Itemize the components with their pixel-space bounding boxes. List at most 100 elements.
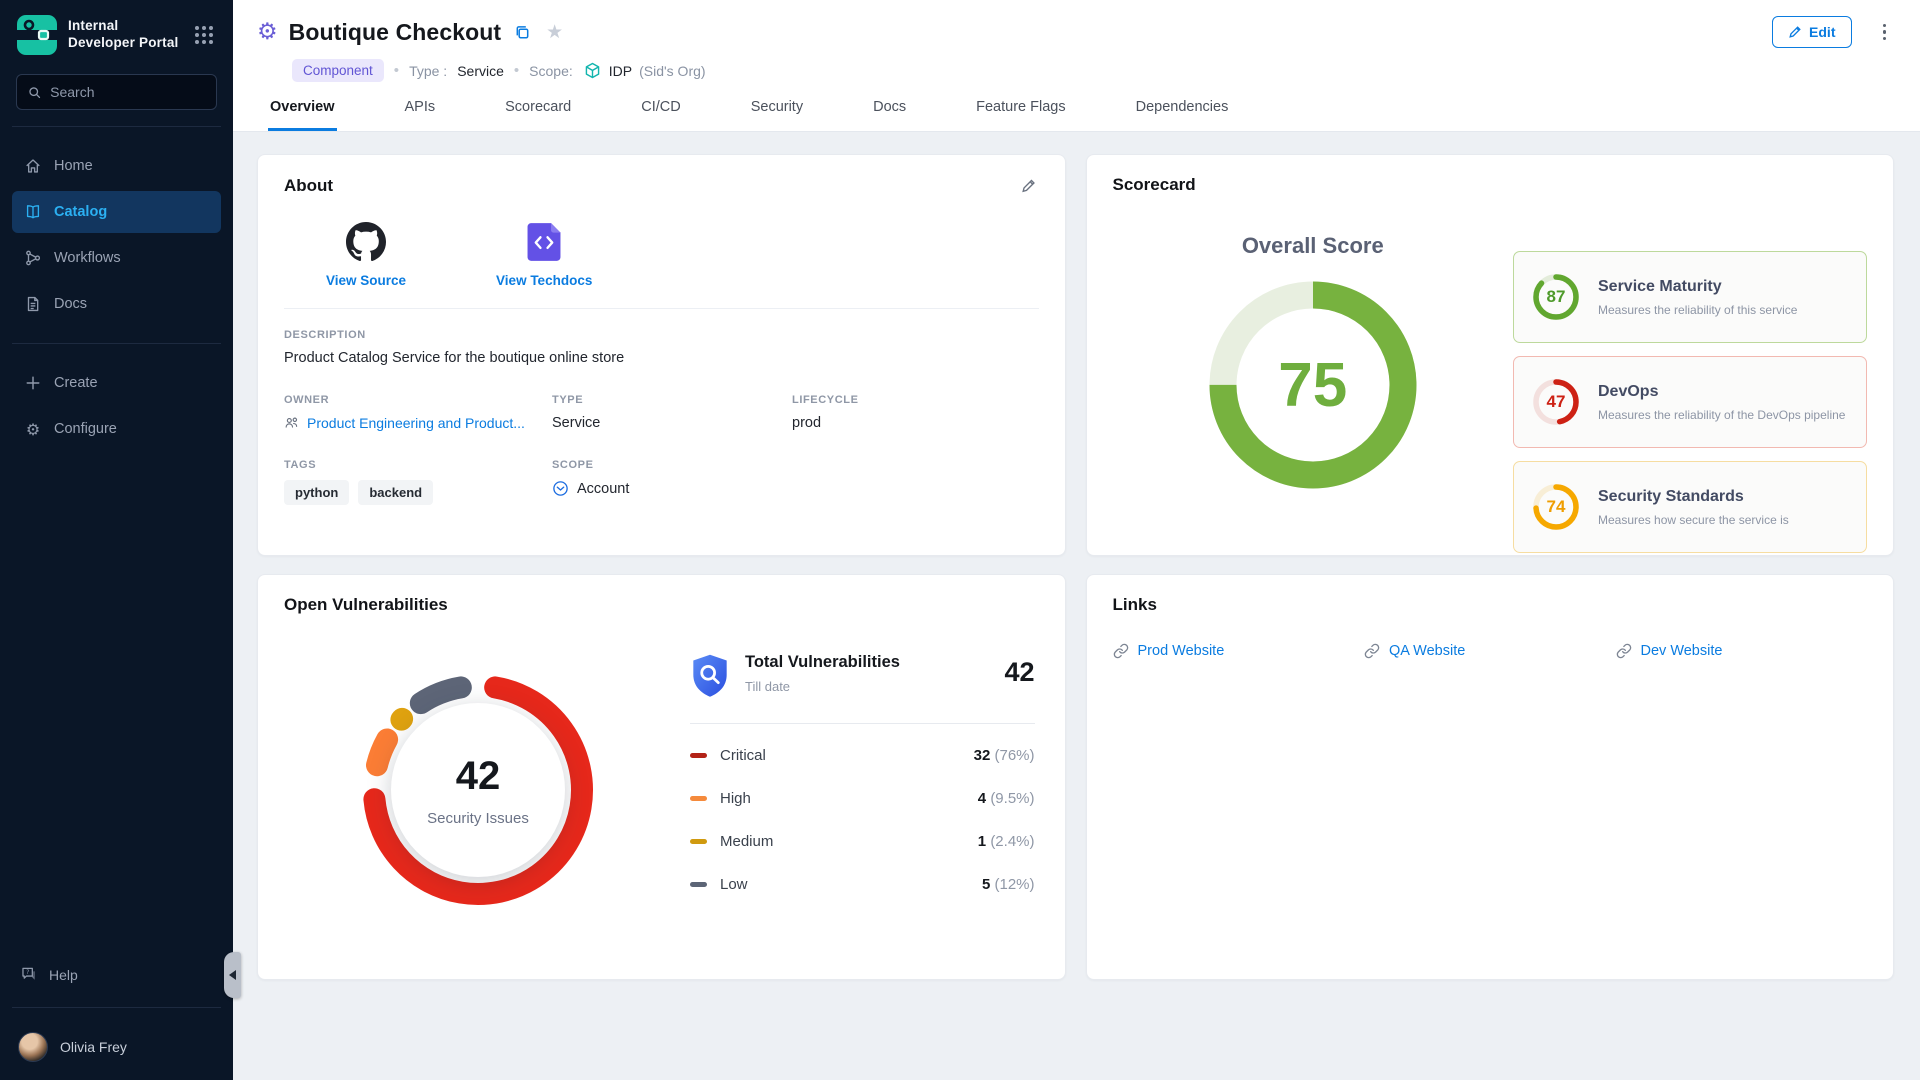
link-icon bbox=[1113, 643, 1129, 659]
tab-scorecard[interactable]: Scorecard bbox=[503, 99, 573, 131]
sidebar-divider bbox=[12, 343, 221, 344]
lifecycle-value: prod bbox=[792, 415, 1039, 431]
scope-col-value: Account bbox=[577, 481, 629, 497]
app-logo[interactable] bbox=[16, 14, 58, 56]
app-title: Internal Developer Portal bbox=[68, 18, 181, 52]
about-card: About View Source bbox=[257, 154, 1066, 556]
app-logo-icon bbox=[16, 14, 58, 56]
total-vulnerabilities-title: Total Vulnerabilities bbox=[745, 653, 900, 672]
vuln-center-value: 42 bbox=[456, 754, 501, 799]
tab-feature-flags[interactable]: Feature Flags bbox=[974, 99, 1067, 131]
search-icon bbox=[28, 85, 41, 100]
sidebar-item-workflows[interactable]: Workflows bbox=[12, 237, 221, 279]
critical-dash-icon bbox=[690, 753, 707, 758]
copy-name-button[interactable] bbox=[512, 22, 533, 43]
links-heading: Links bbox=[1113, 595, 1157, 615]
owner-link[interactable]: Product Engineering and Product... bbox=[284, 415, 552, 431]
group-icon bbox=[284, 415, 300, 431]
scope-label: Scope: bbox=[529, 63, 573, 79]
about-edit-pencil-icon[interactable] bbox=[1018, 175, 1039, 196]
link-dev-website[interactable]: Dev Website bbox=[1616, 643, 1868, 659]
sidebar-item-home[interactable]: Home bbox=[12, 145, 221, 187]
type-col-value: Service bbox=[552, 415, 792, 431]
svg-text:?: ? bbox=[26, 968, 29, 976]
docs-icon bbox=[24, 295, 42, 313]
metric-card-devops[interactable]: 47 DevOps Measures the reliability of th… bbox=[1513, 356, 1867, 448]
tab-security[interactable]: Security bbox=[749, 99, 805, 131]
tag-pill[interactable]: python bbox=[284, 480, 349, 505]
sidebar-item-catalog[interactable]: Catalog bbox=[12, 191, 221, 233]
link-prod-website[interactable]: Prod Website bbox=[1113, 643, 1365, 659]
vulnerabilities-donut: 42 Security Issues bbox=[347, 659, 609, 921]
tab-apis[interactable]: APIs bbox=[403, 99, 438, 131]
sidebar-item-label: Configure bbox=[54, 421, 117, 437]
workflows-icon bbox=[24, 249, 42, 267]
sidebar-item-create[interactable]: Create bbox=[12, 362, 221, 404]
techdocs-icon bbox=[526, 222, 562, 262]
help-button[interactable]: ? Help bbox=[16, 959, 217, 991]
type-col-label: TYPE bbox=[552, 394, 792, 406]
vulnerabilities-heading: Open Vulnerabilities bbox=[284, 595, 448, 615]
description-label: DESCRIPTION bbox=[284, 329, 1039, 341]
pencil-icon bbox=[1788, 25, 1802, 39]
owner-label: OWNER bbox=[284, 394, 552, 406]
tags-label: TAGS bbox=[284, 459, 552, 471]
link-icon bbox=[1616, 643, 1632, 659]
github-icon bbox=[346, 222, 386, 262]
user-menu[interactable]: Olivia Frey bbox=[16, 1024, 217, 1062]
page-header: ⚙ Boutique Checkout ★ Edit Component • T… bbox=[233, 0, 1920, 82]
search-input-wrap[interactable] bbox=[16, 74, 217, 110]
tab-bar: Overview APIs Scorecard CI/CD Security D… bbox=[233, 82, 1920, 132]
overall-score-donut: 75 bbox=[1199, 271, 1427, 499]
tab-docs[interactable]: Docs bbox=[871, 99, 908, 131]
severity-row-medium: Medium 1 (2.4%) bbox=[690, 820, 1035, 863]
plus-icon bbox=[24, 374, 42, 392]
kind-badge: Component bbox=[292, 59, 384, 82]
severity-row-low: Low 5 (12%) bbox=[690, 863, 1035, 906]
chevron-left-icon bbox=[229, 970, 236, 980]
cube-icon bbox=[583, 61, 602, 80]
vuln-divider bbox=[690, 723, 1035, 724]
tab-dependencies[interactable]: Dependencies bbox=[1134, 99, 1231, 131]
metric-card-security-standards[interactable]: 74 Security Standards Measures how secur… bbox=[1513, 461, 1867, 553]
overall-score-title: Overall Score bbox=[1242, 233, 1384, 259]
type-label: Type : bbox=[409, 63, 447, 79]
shield-scan-icon bbox=[690, 653, 730, 699]
about-divider bbox=[284, 308, 1039, 309]
medium-dash-icon bbox=[690, 839, 707, 844]
edit-button[interactable]: Edit bbox=[1772, 16, 1851, 48]
favorite-star-icon[interactable]: ★ bbox=[544, 21, 565, 44]
sidebar-item-label: Catalog bbox=[54, 204, 107, 220]
severity-row-high: High 4 (9.5%) bbox=[690, 777, 1035, 820]
tab-cicd[interactable]: CI/CD bbox=[639, 99, 682, 131]
sidebar: Internal Developer Portal Home bbox=[0, 0, 233, 1080]
view-source-link[interactable]: View Source bbox=[326, 222, 406, 288]
page-title: Boutique Checkout bbox=[289, 19, 502, 46]
apps-grid-icon[interactable] bbox=[191, 22, 217, 48]
help-label: Help bbox=[49, 967, 78, 983]
view-techdocs-link[interactable]: View Techdocs bbox=[496, 222, 592, 288]
metric-card-service-maturity[interactable]: 87 Service Maturity Measures the reliabi… bbox=[1513, 251, 1867, 343]
tag-pill[interactable]: backend bbox=[358, 480, 433, 505]
total-vulnerabilities-value: 42 bbox=[1004, 653, 1034, 688]
link-qa-website[interactable]: QA Website bbox=[1364, 643, 1616, 659]
links-card: Links Prod Website QA Website bbox=[1086, 574, 1895, 980]
lifecycle-label: LIFECYCLE bbox=[792, 394, 1039, 406]
scope-value: IDP bbox=[609, 63, 632, 79]
sidebar-collapse-handle[interactable] bbox=[224, 952, 241, 998]
vulnerabilities-card: Open Vulnerabilities 42 Security Issues bbox=[257, 574, 1066, 980]
sidebar-item-configure[interactable]: ⚙ Configure bbox=[12, 408, 221, 450]
avatar bbox=[18, 1032, 48, 1062]
type-value: Service bbox=[457, 63, 504, 79]
content-grid: About View Source bbox=[233, 132, 1920, 1080]
tab-overview[interactable]: Overview bbox=[268, 99, 337, 131]
severity-row-critical: Critical 32 (76%) bbox=[690, 734, 1035, 777]
home-icon bbox=[24, 157, 42, 175]
search-input[interactable] bbox=[50, 84, 205, 100]
description-value: Product Catalog Service for the boutique… bbox=[284, 350, 1039, 366]
sidebar-item-docs[interactable]: Docs bbox=[12, 283, 221, 325]
catalog-icon bbox=[24, 203, 42, 221]
more-options-icon[interactable] bbox=[1875, 18, 1895, 47]
low-dash-icon bbox=[690, 882, 707, 887]
sidebar-item-label: Docs bbox=[54, 296, 87, 312]
